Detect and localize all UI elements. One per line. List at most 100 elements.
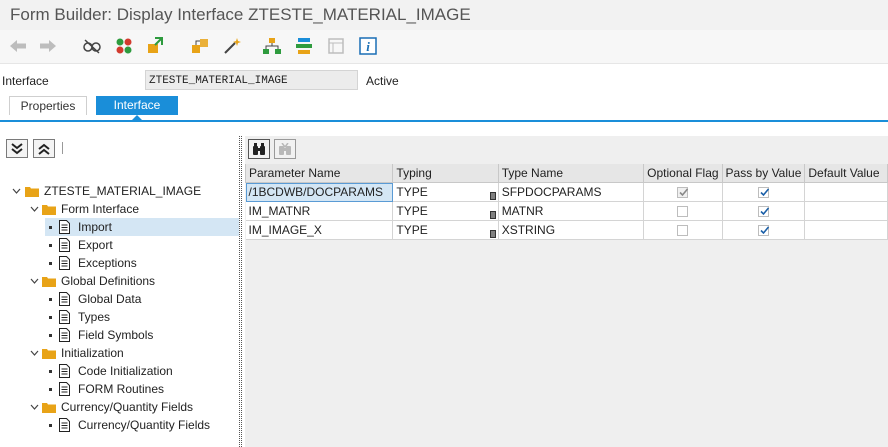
interface-name-field[interactable]: ZTESTE_MATERIAL_IMAGE [145, 70, 358, 90]
column-header-optional-flag[interactable]: Optional Flag [643, 164, 723, 183]
type-name-cell[interactable]: SFPDOCPARAMS [498, 182, 645, 202]
tree-label-types: Types [78, 310, 111, 324]
pass-by-value-cell [722, 220, 806, 240]
tree-label-currency-quantity-child: Currency/Quantity Fields [78, 418, 211, 432]
optional-flag-cell [643, 182, 723, 202]
table-row: IM_MATNR TYPE MATNR [245, 201, 888, 221]
tab-interface[interactable]: Interface [96, 96, 178, 115]
parameter-name-cell[interactable]: /1BCDWB/DOCPARAMS [245, 182, 394, 202]
activate-icon[interactable] [146, 36, 166, 56]
where-used-icon[interactable] [190, 36, 210, 56]
tree-node-currency-quantity-child[interactable]: Currency/Quantity Fields [45, 416, 239, 434]
pass-by-value-cell [722, 182, 806, 202]
bullet [49, 370, 52, 373]
optional-flag-cell [643, 201, 723, 221]
pass-by-value-checkbox[interactable] [757, 205, 770, 217]
binoculars-button[interactable] [248, 139, 270, 159]
forward-arrow-icon[interactable] [38, 36, 58, 56]
pane-splitter[interactable] [239, 136, 242, 447]
tree-label-form-routines: FORM Routines [78, 382, 165, 396]
chevron-down-icon[interactable] [29, 344, 39, 362]
tree-label-code-initialization: Code Initialization [78, 364, 173, 378]
typing-value: TYPE [396, 204, 428, 218]
document-icon [59, 418, 70, 437]
bullet [49, 388, 52, 391]
bullet [49, 334, 52, 337]
parameter-table: Parameter Name Typing Type Name Optional… [244, 164, 888, 240]
find-next-button[interactable] [274, 139, 296, 159]
typing-value: TYPE [396, 223, 428, 237]
back-arrow-icon[interactable] [8, 36, 28, 56]
tree-node-global-data[interactable]: Global Data [45, 290, 239, 308]
chevron-down-icon[interactable] [29, 272, 39, 290]
default-value-cell[interactable] [804, 182, 888, 202]
value-help-icon[interactable] [489, 208, 496, 220]
value-help-icon[interactable] [489, 227, 496, 239]
column-header-typing[interactable]: Typing [392, 164, 499, 183]
bullet [49, 424, 52, 427]
bullet [49, 262, 52, 265]
tree-label-global-data: Global Data [78, 292, 142, 306]
find-next-icon [279, 142, 291, 155]
value-help-icon[interactable] [489, 189, 496, 201]
collapse-all-icon [38, 143, 50, 155]
tree-node-root[interactable]: ZTESTE_MATERIAL_IMAGE [0, 182, 239, 200]
bullet [49, 244, 52, 247]
typing-cell[interactable]: TYPE [392, 182, 499, 202]
form-disabled-icon[interactable] [326, 36, 346, 56]
tree-node-export[interactable]: Export [45, 236, 239, 254]
type-name-cell[interactable]: XSTRING [498, 220, 645, 240]
optional-flag-checkbox[interactable] [677, 205, 689, 217]
typing-cell[interactable]: TYPE [392, 201, 499, 221]
typing-value: TYPE [396, 185, 428, 199]
magic-wand-icon[interactable] [222, 36, 242, 56]
pass-by-value-checkbox[interactable] [757, 224, 770, 236]
tree-label-initialization: Initialization [61, 346, 124, 360]
display-change-icon[interactable] [82, 36, 102, 56]
tree-label-root: ZTESTE_MATERIAL_IMAGE [44, 184, 202, 198]
optional-flag-checkbox[interactable] [677, 186, 689, 198]
tree-node-initialization[interactable]: Initialization [0, 344, 239, 362]
tree-label-global-definitions: Global Definitions [61, 274, 156, 288]
column-header-type-name[interactable]: Type Name [497, 164, 645, 183]
tree-label-exceptions: Exceptions [78, 256, 137, 270]
tree-node-field-symbols[interactable]: Field Symbols [45, 326, 239, 344]
tab-properties[interactable]: Properties [9, 96, 87, 115]
toolbar-separator [62, 142, 63, 154]
tree-label-import: Import [78, 220, 113, 234]
check-icon[interactable] [114, 36, 134, 56]
default-value-cell[interactable] [804, 201, 888, 221]
tree-node-form-interface[interactable]: Form Interface [0, 200, 239, 218]
optional-flag-checkbox[interactable] [677, 224, 689, 236]
chevron-down-icon[interactable] [29, 200, 39, 218]
optional-flag-cell [643, 220, 723, 240]
default-value-cell[interactable] [804, 220, 888, 240]
tree-node-code-initialization[interactable]: Code Initialization [45, 362, 239, 380]
tree-node-types[interactable]: Types [45, 308, 239, 326]
pass-by-value-cell [722, 201, 806, 221]
tree-node-currency-quantity[interactable]: Currency/Quantity Fields [0, 398, 239, 416]
typing-cell[interactable]: TYPE [392, 220, 499, 240]
layout-icon[interactable] [294, 36, 314, 56]
tree-node-exceptions[interactable]: Exceptions [45, 254, 239, 272]
parameter-name-cell[interactable]: IM_IMAGE_X [245, 220, 394, 240]
chevron-down-icon[interactable] [11, 182, 21, 200]
tree-label-field-symbols: Field Symbols [78, 328, 154, 342]
expand-all-button[interactable] [6, 139, 28, 158]
chevron-down-icon[interactable] [29, 398, 39, 416]
hierarchy-icon[interactable] [262, 36, 282, 56]
window-title: Form Builder: Display Interface ZTESTE_M… [10, 5, 471, 24]
tree-label-export: Export [78, 238, 113, 252]
column-header-default-value[interactable]: Default Value [804, 164, 888, 183]
parameter-name-cell[interactable]: IM_MATNR [245, 201, 394, 221]
bullet [49, 316, 52, 319]
tree-node-import[interactable]: Import [45, 218, 239, 236]
column-header-parameter-name[interactable]: Parameter Name [244, 164, 394, 183]
tree-node-global-definitions[interactable]: Global Definitions [0, 272, 239, 290]
info-icon[interactable]: i [358, 36, 378, 56]
column-header-pass-by-value[interactable]: Pass by Value [721, 164, 806, 183]
collapse-all-button[interactable] [33, 139, 55, 158]
pass-by-value-checkbox[interactable] [757, 186, 770, 198]
type-name-cell[interactable]: MATNR [498, 201, 645, 221]
tree-node-form-routines[interactable]: FORM Routines [45, 380, 239, 398]
